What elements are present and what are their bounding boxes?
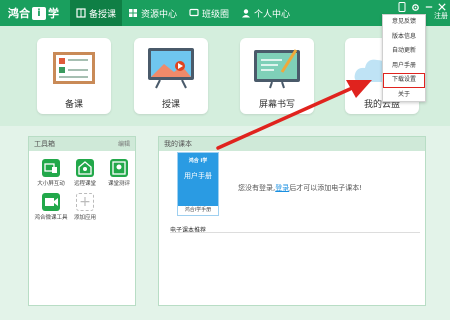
red-arrow-annotation	[216, 80, 372, 150]
